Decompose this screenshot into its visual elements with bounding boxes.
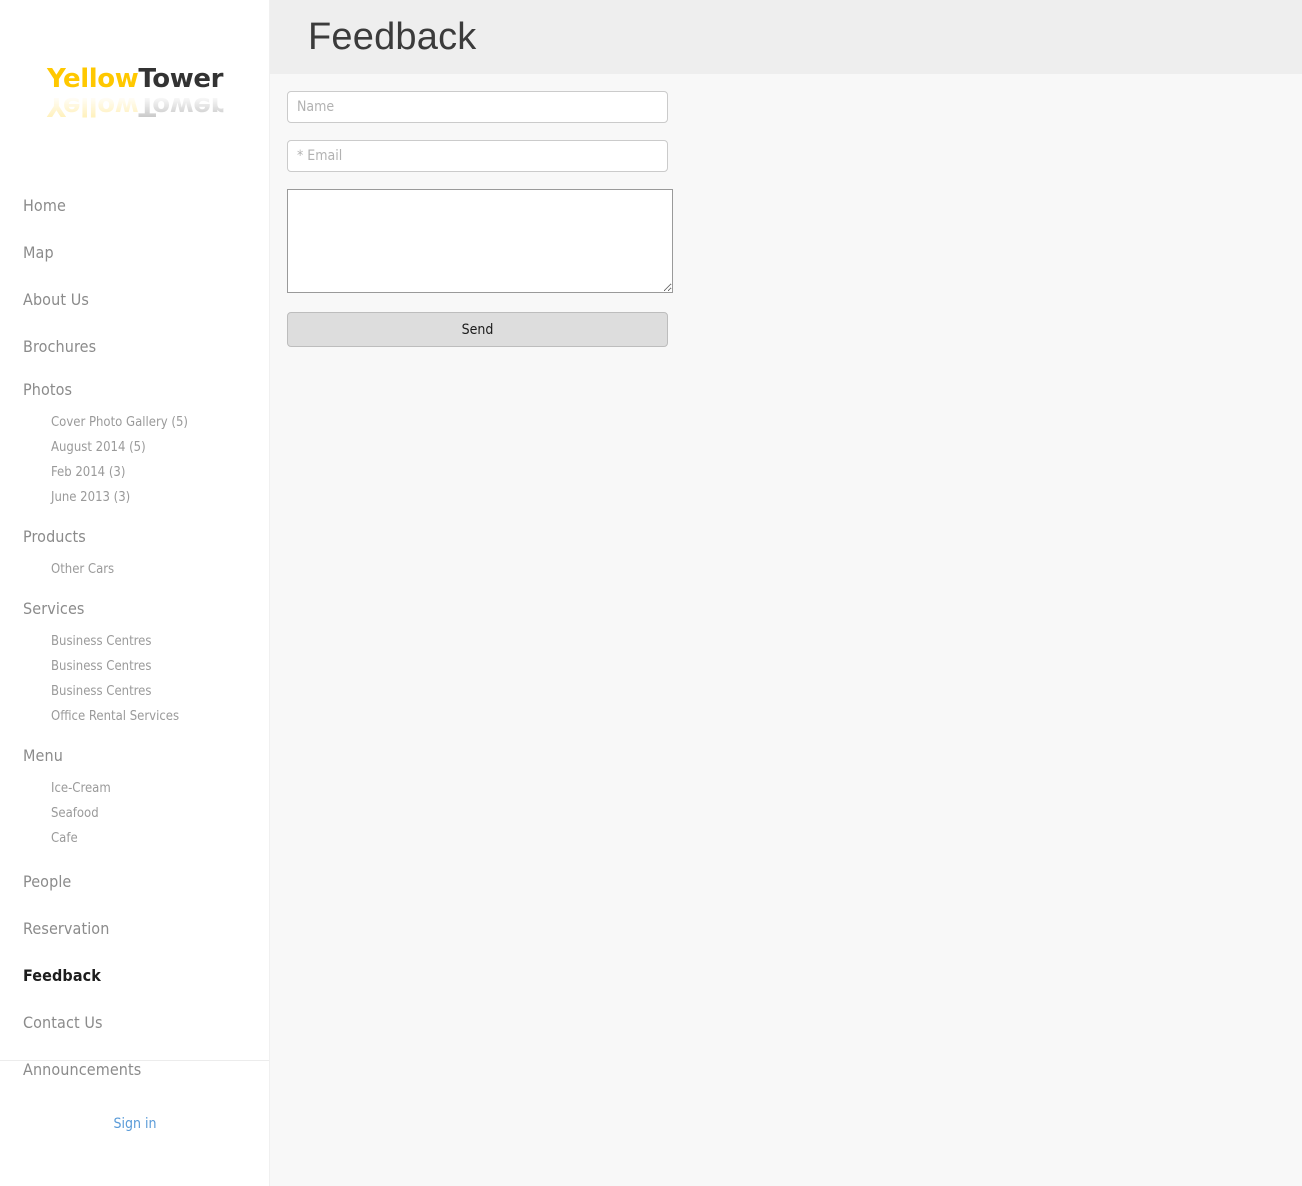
sidebar-item-menu[interactable]: Menu	[0, 736, 270, 776]
sidebar-item-contact-us[interactable]: Contact Us	[0, 999, 270, 1046]
site-logo[interactable]: YellowTower YellowTower	[0, 66, 270, 121]
sidebar-divider	[0, 1060, 269, 1061]
name-input[interactable]	[287, 91, 668, 123]
sign-in-link[interactable]: Sign in	[114, 1116, 157, 1132]
logo-text: YellowTower	[47, 66, 223, 92]
sidebar-subitem-feb-2014[interactable]: Feb 2014 (3)	[0, 460, 270, 485]
feedback-form: Send	[287, 91, 673, 347]
sidebar-nav: Home Map About Us Brochures Photos Cover…	[0, 182, 270, 1093]
sidebar-item-map[interactable]: Map	[0, 229, 270, 276]
sidebar: YellowTower YellowTower Home Map About U…	[0, 0, 270, 1186]
sidebar-group-products: Products Other Cars	[0, 517, 270, 582]
signin-container: Sign in	[0, 1113, 270, 1132]
sidebar-item-feedback[interactable]: Feedback	[0, 952, 270, 999]
sidebar-item-products[interactable]: Products	[0, 517, 270, 557]
message-textarea[interactable]	[287, 189, 673, 293]
sidebar-subitem-ice-cream[interactable]: Ice-Cream	[0, 776, 270, 801]
sidebar-subitem-other-cars[interactable]: Other Cars	[0, 557, 270, 582]
logo-reflection-yellow: Yellow	[46, 91, 139, 121]
send-button[interactable]: Send	[287, 312, 668, 347]
page-title: Feedback	[308, 16, 477, 58]
sidebar-item-brochures[interactable]: Brochures	[0, 323, 270, 370]
sidebar-subitem-business-centres-2[interactable]: Business Centres	[0, 654, 270, 679]
main-content: Feedback Send	[270, 0, 1302, 1186]
sidebar-subitem-cover-photo-gallery[interactable]: Cover Photo Gallery (5)	[0, 410, 270, 435]
sidebar-subitem-business-centres-1[interactable]: Business Centres	[0, 629, 270, 654]
sidebar-item-people[interactable]: People	[0, 858, 270, 905]
sidebar-subitem-june-2013[interactable]: June 2013 (3)	[0, 485, 270, 510]
logo-reflection-dark: Tower	[138, 91, 223, 121]
sidebar-item-home[interactable]: Home	[0, 182, 270, 229]
page-header: Feedback	[270, 0, 1302, 74]
page-root: YellowTower YellowTower Home Map About U…	[0, 0, 1302, 1186]
logo-reflection: YellowTower	[0, 91, 270, 121]
sidebar-subitem-seafood[interactable]: Seafood	[0, 801, 270, 826]
sidebar-subitem-august-2014[interactable]: August 2014 (5)	[0, 435, 270, 460]
sidebar-item-photos[interactable]: Photos	[0, 370, 270, 410]
sidebar-sublist-photos: Cover Photo Gallery (5) August 2014 (5) …	[0, 410, 270, 510]
logo-text-dark: Tower	[138, 64, 223, 94]
sidebar-subitem-office-rental-services[interactable]: Office Rental Services	[0, 704, 270, 729]
sidebar-item-about-us[interactable]: About Us	[0, 276, 270, 323]
sidebar-group-menu: Menu Ice-Cream Seafood Cafe	[0, 736, 270, 851]
email-input[interactable]	[287, 140, 668, 172]
sidebar-subitem-business-centres-3[interactable]: Business Centres	[0, 679, 270, 704]
sidebar-group-photos: Photos Cover Photo Gallery (5) August 20…	[0, 370, 270, 510]
sidebar-subitem-cafe[interactable]: Cafe	[0, 826, 270, 851]
sidebar-sublist-services: Business Centres Business Centres Busine…	[0, 629, 270, 729]
sidebar-item-announcements[interactable]: Announcements	[0, 1046, 270, 1093]
sidebar-group-services: Services Business Centres Business Centr…	[0, 589, 270, 729]
sidebar-sublist-products: Other Cars	[0, 557, 270, 582]
logo-text-yellow: Yellow	[46, 64, 139, 94]
sidebar-item-reservation[interactable]: Reservation	[0, 905, 270, 952]
sidebar-item-services[interactable]: Services	[0, 589, 270, 629]
sidebar-sublist-menu: Ice-Cream Seafood Cafe	[0, 776, 270, 851]
